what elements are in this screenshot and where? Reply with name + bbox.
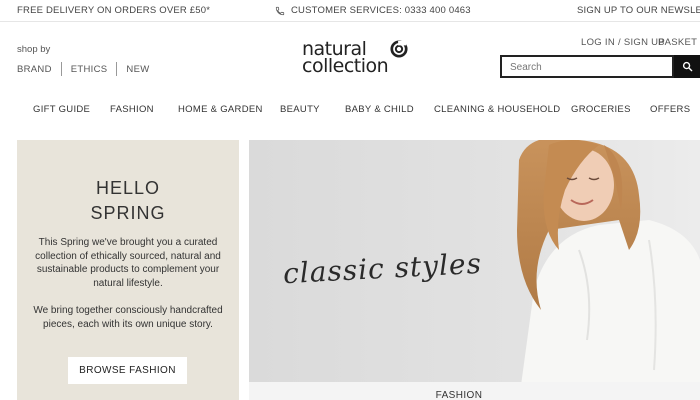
logo-word-collection: collection xyxy=(302,55,389,77)
customer-services[interactable]: CUSTOMER SERVICES: 0333 400 0463 xyxy=(275,5,471,16)
nav-item-gift-guide[interactable]: GIFT GUIDE xyxy=(33,104,90,115)
hello-spring-panel: HELLO SPRING This Spring we've brought y… xyxy=(17,140,239,400)
search-button[interactable] xyxy=(674,55,700,78)
hero-caption[interactable]: FASHION xyxy=(249,390,669,400)
shop-by-new-link[interactable]: NEW xyxy=(126,64,149,75)
shop-by-brand-link[interactable]: BRAND xyxy=(17,64,52,75)
browse-fashion-button[interactable]: BROWSE FASHION xyxy=(68,357,187,384)
search-input[interactable] xyxy=(502,58,672,77)
nav-item-beauty[interactable]: BEAUTY xyxy=(280,104,320,115)
nav-item-cleaning-household[interactable]: CLEANING & HOUSEHOLD xyxy=(434,104,560,115)
newsletter-signup-link[interactable]: SIGN UP TO OUR NEWSLETTER xyxy=(577,5,700,16)
shop-by-label: shop by xyxy=(17,44,51,55)
shop-by-ethics-link[interactable]: ETHICS xyxy=(71,64,108,75)
utility-bar: FREE DELIVERY ON ORDERS OVER £50* CUSTOM… xyxy=(0,0,700,22)
nav-item-home-garden[interactable]: HOME & GARDEN xyxy=(178,104,263,115)
phone-icon xyxy=(275,6,285,15)
search-field[interactable] xyxy=(500,55,674,78)
free-delivery-notice: FREE DELIVERY ON ORDERS OVER £50* xyxy=(17,5,211,16)
promo-title: HELLO SPRING xyxy=(17,176,239,226)
promo-paragraph-1: This Spring we've brought you a curated … xyxy=(35,237,221,289)
promo-title-line2: SPRING xyxy=(90,203,166,223)
nav-item-offers[interactable]: OFFERS xyxy=(650,104,690,115)
logo-swirl-icon xyxy=(390,40,408,58)
nav-item-fashion[interactable]: FASHION xyxy=(110,104,154,115)
site-logo[interactable]: natural collection xyxy=(302,38,422,80)
main-nav: GIFT GUIDE FASHION HOME & GARDEN BEAUTY … xyxy=(0,104,700,122)
login-signup-link[interactable]: LOG IN / SIGN UP xyxy=(581,37,665,48)
promo-paragraph-2: We bring together consciously handcrafte… xyxy=(33,305,223,330)
search-icon xyxy=(682,61,692,72)
customer-services-text: CUSTOMER SERVICES: 0333 400 0463 xyxy=(291,5,471,16)
nav-item-groceries[interactable]: GROCERIES xyxy=(571,104,631,115)
nav-item-baby-child[interactable]: BABY & CHILD xyxy=(345,104,414,115)
basket-link[interactable]: BASKET [0 xyxy=(658,37,700,48)
shop-by-links: BRAND ETHICS NEW xyxy=(17,62,149,76)
hero-banner[interactable]: classic styles FASHION xyxy=(249,140,700,400)
divider xyxy=(116,62,118,76)
promo-title-line1: HELLO xyxy=(95,178,161,198)
basket-label: BASKET xyxy=(658,37,698,48)
divider xyxy=(60,62,62,76)
